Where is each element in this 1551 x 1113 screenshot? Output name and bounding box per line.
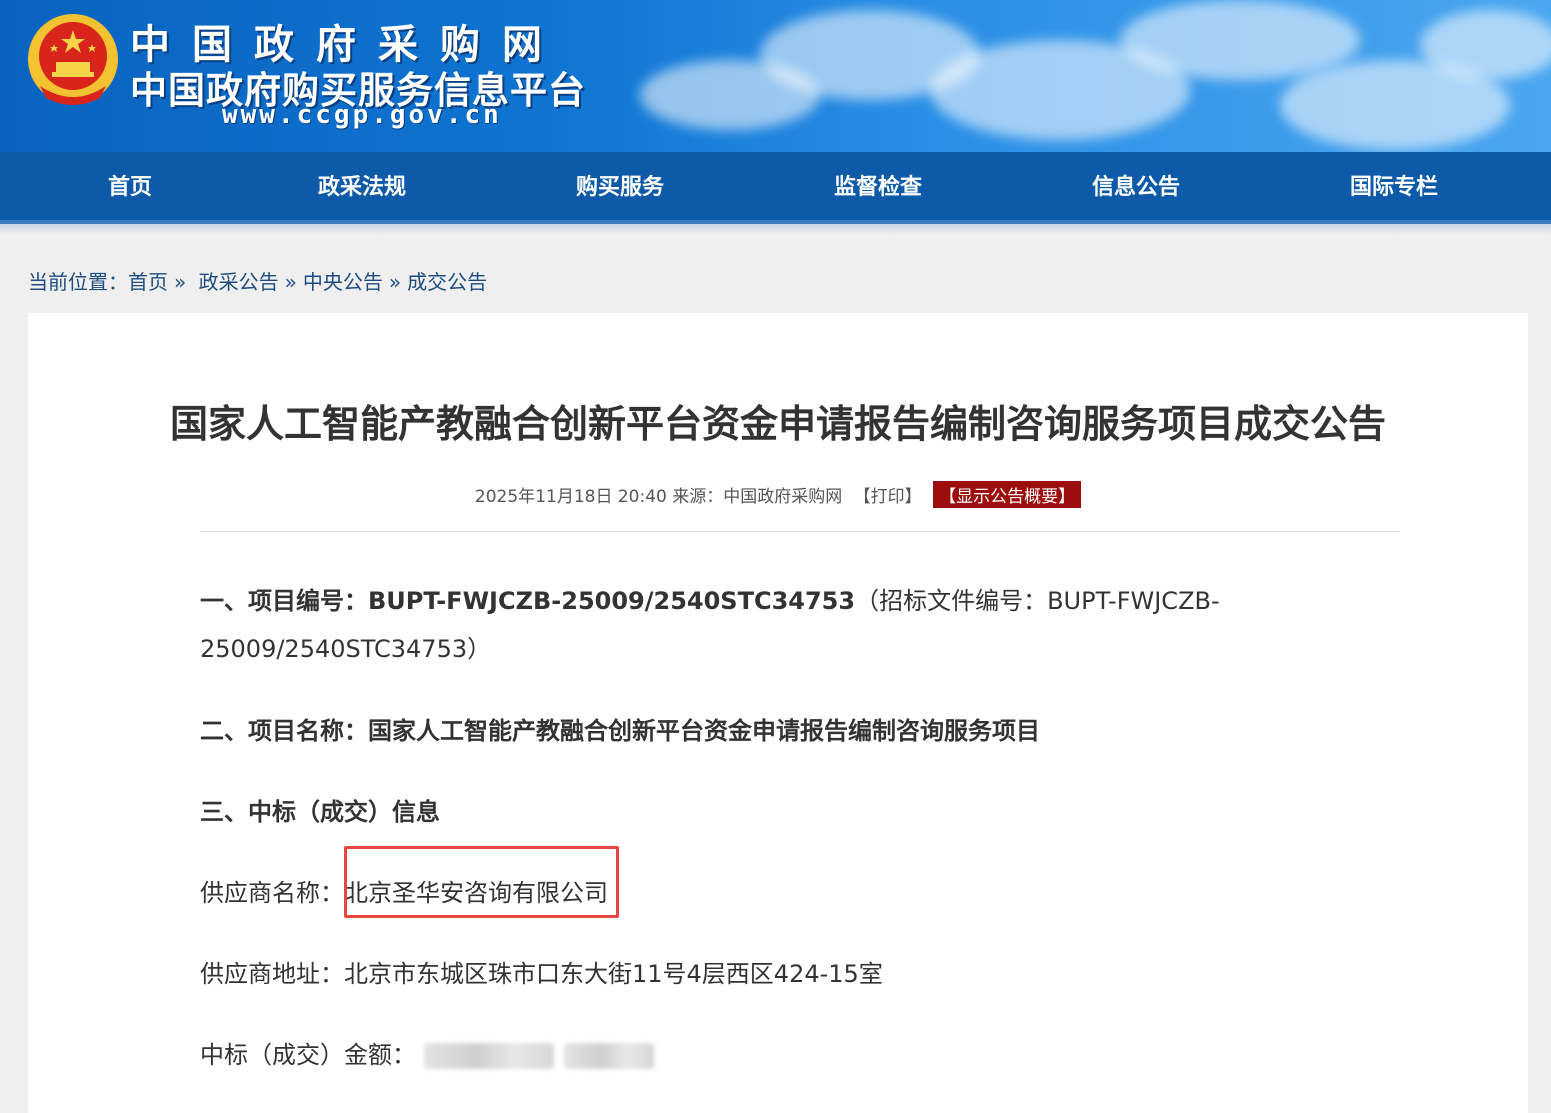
print-link[interactable]: 【打印】: [854, 487, 922, 507]
breadcrumb-separator: »: [174, 270, 187, 294]
nav-item-home[interactable]: 首页: [108, 152, 152, 224]
supplier-address-label: 供应商地址：: [200, 960, 344, 988]
announcement-card: 国家人工智能产教融合创新平台资金申请报告编制咨询服务项目成交公告 2025年11…: [28, 313, 1528, 1113]
award-amount-label: 中标（成交）金额：: [200, 1041, 416, 1069]
nav-item-supervision[interactable]: 监督检查: [834, 152, 922, 224]
publish-date: 2025年11月18日 20:40: [474, 487, 667, 507]
main-navigation: 首页 政采法规 购买服务 监督检查 信息公告 国际专栏: [0, 152, 1551, 224]
show-summary-button[interactable]: 【显示公告概要】: [933, 481, 1082, 508]
breadcrumb-home-link[interactable]: 首页: [128, 270, 168, 294]
award-amount-redacted: [564, 1043, 654, 1069]
award-info-heading: 三、中标（成交）信息: [200, 798, 440, 826]
breadcrumb: 当前位置：首页» 政采公告» 中央公告» 成交公告: [28, 266, 487, 295]
tender-doc-number-continued: 25009/2540STC34753）: [200, 635, 492, 663]
nav-item-announcements[interactable]: 信息公告: [1092, 152, 1180, 224]
meta-divider: [200, 531, 1400, 532]
nav-shadow: [0, 224, 1551, 234]
project-name-line: 二、项目名称：国家人工智能产教融合创新平台资金申请报告编制咨询服务项目: [200, 711, 1040, 746]
cloud-decoration: [1420, 10, 1551, 80]
tender-doc-number-note: （招标文件编号：BUPT-FWJCZB-: [855, 587, 1220, 615]
breadcrumb-separator: »: [284, 270, 297, 294]
project-number-line: 一、项目编号：BUPT-FWJCZB-25009/2540STC34753（招标…: [200, 581, 1220, 616]
project-number-value: BUPT-FWJCZB-25009/2540STC34753: [368, 587, 856, 615]
site-url: www.ccgp.gov.cn: [222, 100, 502, 130]
supplier-name-label: 供应商名称：: [200, 879, 344, 907]
breadcrumb-prefix: 当前位置：: [28, 270, 128, 294]
project-name-label: 二、项目名称：: [200, 717, 368, 745]
nav-item-purchase-services[interactable]: 购买服务: [576, 152, 664, 224]
cloud-decoration: [1120, 0, 1360, 80]
breadcrumb-central-link[interactable]: 中央公告: [303, 270, 383, 294]
national-emblem-icon[interactable]: [26, 12, 120, 106]
breadcrumb-procurement-link[interactable]: 政采公告: [199, 270, 279, 294]
nav-item-regulations[interactable]: 政采法规: [318, 152, 406, 224]
breadcrumb-separator: »: [388, 270, 402, 294]
project-name-value: 国家人工智能产教融合创新平台资金申请报告编制咨询服务项目: [368, 717, 1040, 745]
announcement-title: 国家人工智能产教融合创新平台资金申请报告编制咨询服务项目成交公告: [169, 402, 1386, 446]
announcement-meta: 2025年11月18日 20:40 来源：中国政府采购网 【打印】 【显示公告概…: [28, 481, 1528, 508]
publish-source: 来源：中国政府采购网: [672, 487, 843, 507]
project-number-label: 一、项目编号：: [200, 587, 368, 615]
award-amount-redacted: [424, 1043, 554, 1069]
supplier-address-value: 北京市东城区珠市口东大街11号4层西区424-15室: [344, 960, 883, 988]
supplier-name-highlight-box: [344, 846, 619, 918]
award-amount-line: 中标（成交）金额：: [200, 1035, 654, 1070]
breadcrumb-deal-link[interactable]: 成交公告: [407, 270, 487, 294]
site-header-banner: 中国政府采购网 中国政府购买服务信息平台 www.ccgp.gov.cn: [0, 0, 1551, 152]
nav-item-international[interactable]: 国际专栏: [1350, 152, 1438, 224]
supplier-address-line: 供应商地址：北京市东城区珠市口东大街11号4层西区424-15室: [200, 954, 883, 989]
